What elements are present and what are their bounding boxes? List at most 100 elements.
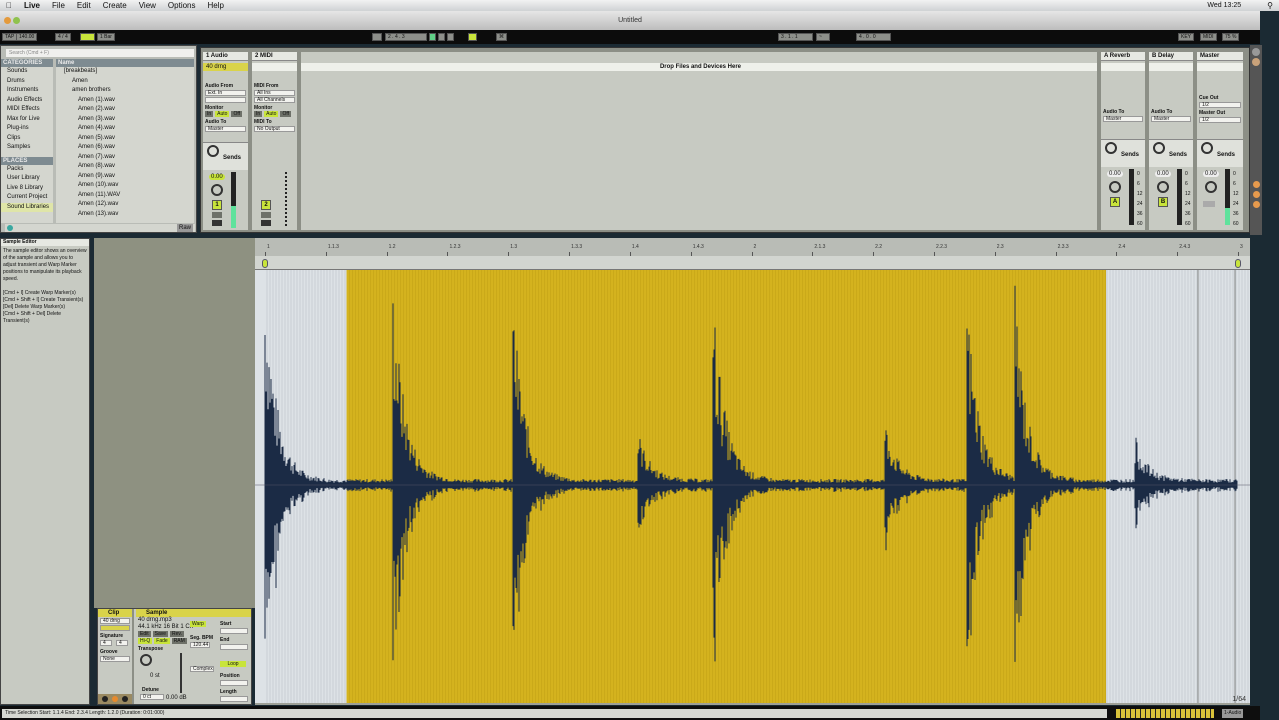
send-knob[interactable] <box>1153 142 1165 154</box>
track-activator[interactable]: A <box>1110 197 1120 207</box>
audio-to-dropdown[interactable]: Master <box>1151 116 1191 122</box>
tempo-field[interactable]: 140.00 <box>16 33 38 41</box>
clip-color-dropdown[interactable] <box>100 625 130 631</box>
audio-to-dropdown[interactable]: Master <box>205 126 246 132</box>
monitor-in[interactable]: In <box>254 111 263 117</box>
monitor-auto[interactable]: Auto <box>264 111 279 117</box>
browser-category[interactable]: Drums <box>1 77 53 87</box>
browser-place[interactable]: User Library <box>1 174 53 184</box>
send-knob[interactable] <box>1201 142 1213 154</box>
master-out-dropdown[interactable]: 1/2 <box>1199 117 1241 123</box>
monitor-off[interactable]: Off <box>231 111 243 117</box>
browser-category[interactable]: MIDI Effects <box>1 105 53 115</box>
detune-field[interactable]: 0 ct <box>140 694 164 700</box>
end-field[interactable] <box>220 644 248 650</box>
song-position[interactable]: 2 . 4 . 3 <box>385 33 427 41</box>
minimize-button[interactable] <box>4 17 11 24</box>
browser-place[interactable]: Current Project <box>1 193 53 203</box>
midi-capture-button[interactable]: ⌘ <box>496 33 507 41</box>
sample-box-header[interactable]: Sample <box>136 609 251 617</box>
ram-button[interactable]: RAM <box>171 638 187 644</box>
file-item[interactable]: [breakbeats] <box>56 67 194 77</box>
warp-button[interactable]: Warp <box>190 621 206 627</box>
midi-channel-dropdown[interactable]: All Channels <box>254 97 295 103</box>
clip-slot[interactable]: 40 drng <box>203 63 248 71</box>
cue-out-dropdown[interactable]: 1/2 <box>1199 102 1241 108</box>
file-item[interactable]: Amen (10).wav <box>56 181 194 191</box>
groove-dropdown[interactable]: None <box>100 656 130 662</box>
browser-category[interactable]: Clips <box>1 134 53 144</box>
send-a-knob[interactable] <box>207 145 219 157</box>
track-activator[interactable]: B <box>1158 197 1168 207</box>
track-activator[interactable]: 1 <box>212 200 222 210</box>
clip-slot[interactable] <box>1149 63 1193 71</box>
arm-button[interactable] <box>212 220 222 226</box>
file-item[interactable]: Amen (12).wav <box>56 200 194 210</box>
overview-strip[interactable] <box>1116 709 1214 718</box>
length-field[interactable] <box>220 696 248 702</box>
arm-button[interactable] <box>261 220 271 226</box>
pan-knob[interactable] <box>1205 181 1217 193</box>
volume-field[interactable]: 0.00 <box>1155 171 1171 177</box>
warp-mode-dropdown[interactable]: Complex <box>190 666 214 672</box>
file-item[interactable]: Amen (7).wav <box>56 153 194 163</box>
signature-numerator[interactable]: 4 <box>100 640 112 646</box>
next-icon[interactable] <box>122 696 128 702</box>
midi-from-dropdown[interactable]: All Ins <box>254 90 295 96</box>
menu-app[interactable]: Live <box>24 1 40 10</box>
position-field[interactable] <box>220 680 248 686</box>
browser-category[interactable]: Max for Live <box>1 115 53 125</box>
volume-field[interactable]: 0.00 <box>1107 171 1123 177</box>
warp-marker-icon[interactable] <box>1235 259 1241 268</box>
preview-icon[interactable] <box>7 225 13 231</box>
fade-button[interactable]: Fade <box>154 638 170 644</box>
loop-start-field[interactable]: 3 . 1 . 1 <box>778 33 813 41</box>
file-item[interactable]: Amen (5).wav <box>56 134 194 144</box>
solo-button[interactable] <box>261 212 271 218</box>
gain-slider[interactable] <box>180 653 182 693</box>
menu-help[interactable]: Help <box>208 1 224 10</box>
stop-button[interactable] <box>438 33 445 41</box>
warp-marker-icon[interactable] <box>262 259 268 268</box>
seg-bpm-field[interactable]: 120.44 <box>190 642 210 648</box>
monitor-off[interactable]: Off <box>280 111 292 117</box>
track-title[interactable]: 2 MIDI <box>252 52 297 61</box>
midi-to-dropdown[interactable]: No Output <box>254 126 295 132</box>
input-channel-dropdown[interactable] <box>205 97 246 103</box>
browser-category[interactable]: Sounds <box>1 67 53 77</box>
menu-view[interactable]: View <box>139 1 156 10</box>
volume-field[interactable]: 0.00 <box>1203 171 1219 177</box>
quantize-dropdown[interactable]: 1 Bar <box>97 33 115 41</box>
volume-field[interactable]: 0.00 <box>209 174 225 180</box>
raw-button[interactable]: Raw <box>176 224 193 232</box>
browser-category[interactable]: Instruments <box>1 86 53 96</box>
file-item[interactable]: Amen (6).wav <box>56 143 194 153</box>
signature-field[interactable]: 4 / 4 <box>55 33 71 41</box>
send-knob[interactable] <box>1105 142 1117 154</box>
file-item[interactable]: Amen (11).WAV <box>56 191 194 201</box>
clip-activator-icon[interactable] <box>112 696 118 702</box>
signature-denominator[interactable]: 4 <box>116 640 128 646</box>
drop-area[interactable]: Drop Files and Devices Here <box>301 52 1099 230</box>
edit-button[interactable]: Edit <box>138 631 151 637</box>
file-item[interactable]: Amen (13).wav <box>56 210 194 220</box>
sends-toggle-icon[interactable] <box>1253 191 1260 198</box>
save-button[interactable]: Save <box>152 631 169 637</box>
file-item[interactable]: Amen (9).wav <box>56 172 194 182</box>
menu-edit[interactable]: Edit <box>77 1 91 10</box>
audio-to-dropdown[interactable]: Master <box>1103 116 1143 122</box>
solo-button[interactable] <box>212 212 222 218</box>
preview-strip[interactable]: Raw <box>5 224 195 232</box>
file-item[interactable]: amen brothers <box>56 86 194 96</box>
audio-from-dropdown[interactable]: Ext. In <box>205 90 246 96</box>
name-column-header[interactable]: Name <box>56 59 194 67</box>
cue-volume-icon[interactable] <box>1203 201 1215 207</box>
browser-place[interactable]: Sound Libraries <box>1 202 53 212</box>
key-map-button[interactable]: KEY <box>1178 33 1195 41</box>
pan-knob[interactable] <box>211 184 223 196</box>
menu-create[interactable]: Create <box>103 1 127 10</box>
monitor-in[interactable]: In <box>205 111 214 117</box>
clip-name-field[interactable]: 40 drng <box>100 618 130 624</box>
file-item[interactable]: Amen (2).wav <box>56 105 194 115</box>
clip-slot[interactable] <box>252 63 297 71</box>
